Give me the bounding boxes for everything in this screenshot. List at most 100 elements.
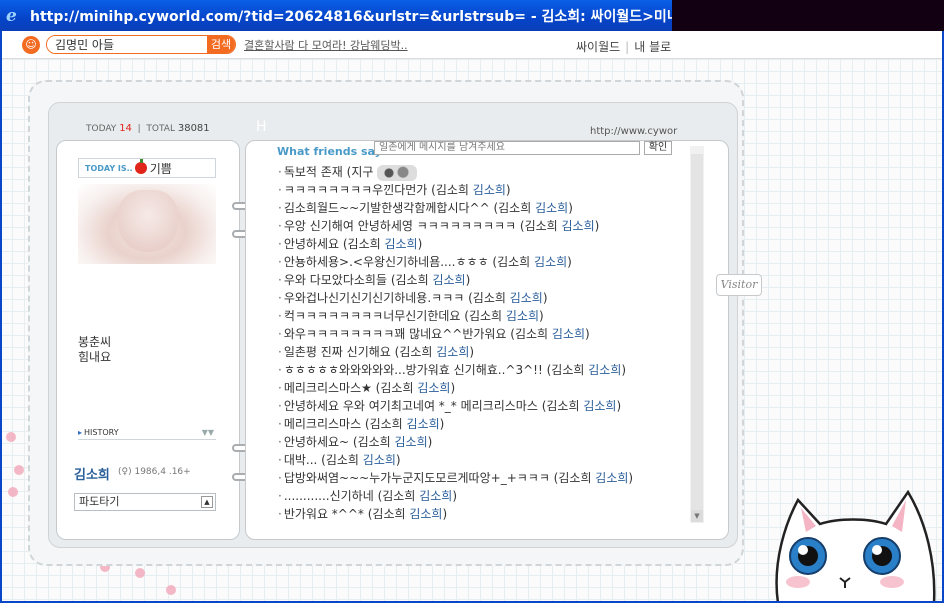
comment-author-link[interactable]: 김소희 xyxy=(409,507,442,521)
triangle-right-icon: ▸ xyxy=(78,428,83,437)
scrollbar[interactable]: ▼ xyxy=(690,146,704,523)
history-link[interactable]: ▸ HISTORY ▼▼ xyxy=(78,428,216,440)
list-item: · ㅎㅎㅎㅎㅎ와와와와와...방가워효 신기해효..^3^!! (김소희 김소희) xyxy=(278,361,688,379)
comment-author-link[interactable]: 김소희 xyxy=(588,363,621,377)
list-item: · 컥ㅋㅋㅋㅋㅋㅋㅋㅋ너무신기한데요 (김소희 김소희) xyxy=(278,307,688,325)
homepage-url[interactable]: http://www.cywor xyxy=(590,126,677,137)
bullet-icon: · xyxy=(278,183,282,197)
paw-print-icon xyxy=(166,585,176,595)
comment-author-link[interactable]: 김소희 xyxy=(384,237,417,251)
comment-author-link[interactable]: 김소희 xyxy=(583,399,616,413)
list-item: · ㅋㅋㅋㅋㅋㅋㅋㅋ우낀다먼가 (김소희 김소희) xyxy=(278,181,688,199)
h-mark: H xyxy=(256,119,267,135)
window-title: http://minihp.cyworld.com/?tid=20624816&… xyxy=(30,8,737,25)
list-item: · 와우ㅋㅋㅋㅋㅋㅋㅋㅋ꽤 많네요^^반가워요 (김소희 김소희) xyxy=(278,325,688,343)
comment-text: 독보적 존재 (지구 xyxy=(283,165,378,179)
comment-text: 안녕하세요 우와 여기최고네여 *_* 메리크리스마스 (김소희 xyxy=(283,399,584,413)
list-item: · 김소희월드~~기발한생각함께합시다^^ (김소희 김소희) xyxy=(278,199,688,217)
today-mood: TODAY IS.. 기쁨 xyxy=(78,158,216,178)
list-item: · 반가워요 *^^* (김소희 김소희) xyxy=(278,505,688,523)
select-value: 파도타기 xyxy=(79,495,120,508)
comment-close-paren: ) xyxy=(628,471,634,485)
list-item: · 안녕하세요 우와 여기최고네여 *_* 메리크리스마스 (김소희 김소희) xyxy=(278,397,688,415)
comment-author-link[interactable]: 김소희 xyxy=(506,309,539,323)
bullet-icon: · xyxy=(278,165,282,179)
comment-text: 안녕하세요 (김소희 xyxy=(283,237,385,251)
comment-text: 컥ㅋㅋㅋㅋㅋㅋㅋㅋ너무신기한데요 (김소희 xyxy=(283,309,506,323)
comment-close-paren: ) xyxy=(452,489,458,503)
comment-text: ㅎㅎㅎㅎㅎ와와와와와...방가워효 신기해효..^3^!! (김소희 xyxy=(283,363,589,377)
comment-author-link[interactable]: 김소희 xyxy=(395,435,428,449)
top-link-blog[interactable]: 내 블로 xyxy=(634,40,671,54)
list-item: · 메리크리스마스★ (김소희 김소희) xyxy=(278,379,688,397)
visit-counter: TODAY 14 | TOTAL 38081 xyxy=(86,123,210,134)
profile-intro: 봉춘씨 힘내요 xyxy=(78,335,112,364)
comment-author-link[interactable]: 김소희 xyxy=(562,219,595,233)
comment-close-paren: ) xyxy=(568,201,573,215)
comment-author-link[interactable]: 김소희 xyxy=(417,381,450,395)
search-input[interactable] xyxy=(47,36,207,53)
wave-surf-select[interactable]: 파도타기 ▲ xyxy=(74,493,216,511)
mood-text: 기쁨 xyxy=(149,161,172,176)
list-item: · 안뇽하세용>.<우왕신기하네욤....ㅎㅎㅎ (김소희 김소희) xyxy=(278,253,688,271)
total-count: 38081 xyxy=(177,123,210,134)
comment-author-link[interactable]: 김소희 xyxy=(363,453,396,467)
comment-author-link[interactable]: 김소희 xyxy=(432,273,465,287)
comment-close-paren: ) xyxy=(505,183,511,197)
comment-text: ㅋㅋㅋㅋㅋㅋㅋㅋ우낀다먼가 (김소희 xyxy=(283,183,473,197)
comment-author-link[interactable]: 김소희 xyxy=(407,417,440,431)
paw-print-icon xyxy=(6,432,16,442)
bullet-icon: · xyxy=(278,435,282,449)
comment-text: 안뇽하세용>.<우왕신기하네욤....ㅎㅎㅎ (김소희 xyxy=(283,255,535,269)
cat-illustration xyxy=(775,489,936,603)
comment-close-paren: ) xyxy=(542,291,548,305)
comment-author-link[interactable]: 김소희 xyxy=(535,201,568,215)
comment-author-link[interactable]: 김소희 xyxy=(473,183,506,197)
search-button[interactable]: 검색 xyxy=(207,36,235,53)
chevron-down-icon[interactable]: ▼▼ xyxy=(202,428,214,437)
comment-author-link[interactable]: 김소희 xyxy=(595,471,628,485)
bullet-icon: · xyxy=(278,291,282,305)
cyworld-logo-icon[interactable]: ☺ xyxy=(22,35,40,54)
message-input[interactable]: 일촌에게 메시지를 남겨주세요 xyxy=(374,141,640,155)
bullet-icon: · xyxy=(278,417,282,431)
comment-author-link[interactable]: 김소희 xyxy=(510,291,543,305)
comment-text: 메리크리스마스★ (김소희 xyxy=(283,381,418,395)
paw-print-icon xyxy=(8,487,18,497)
confirm-button[interactable]: 확인 xyxy=(644,141,672,155)
comment-text: 와우ㅋㅋㅋㅋㅋㅋㅋㅋ꽤 많네요^^반가워요 (김소희 xyxy=(283,327,552,341)
top-link-cyworld[interactable]: 싸이월드 xyxy=(576,40,620,54)
comment-text: 우와 다모았다소희들 (김소희 xyxy=(283,273,433,287)
comment-text: 메리크리스마스 (김소희 xyxy=(283,417,407,431)
bullet-icon: · xyxy=(278,381,282,395)
today-label: TODAY xyxy=(86,124,117,134)
bullet-icon: · xyxy=(278,255,282,269)
comment-author-link[interactable]: 김소희 xyxy=(436,345,469,359)
list-item: · 대박... (김소희 김소희) xyxy=(278,451,688,469)
comment-close-paren: ) xyxy=(469,345,475,359)
comment-close-paren: ) xyxy=(594,219,600,233)
list-item: · 독보적 존재 (지구 xyxy=(278,163,688,181)
bullet-icon: · xyxy=(278,327,282,341)
comment-close-paren: ) xyxy=(539,309,544,323)
bullet-icon: · xyxy=(278,345,282,359)
comment-author-link[interactable]: 김소희 xyxy=(552,327,585,341)
tab-visitor[interactable]: Visitor xyxy=(716,274,762,296)
comment-close-paren: ) xyxy=(585,327,590,341)
chevron-up-icon[interactable]: ▲ xyxy=(201,496,213,508)
bullet-icon: · xyxy=(278,471,282,485)
bullet-icon: · xyxy=(278,201,282,215)
comment-close-paren: ) xyxy=(439,417,445,431)
comment-text: 우와겁나신기신기신기하네용.ㅋㅋㅋ (김소희 xyxy=(283,291,510,305)
comment-author-link[interactable]: 김소희 xyxy=(419,489,452,503)
comment-author-link[interactable]: 김소희 xyxy=(534,255,567,269)
bullet-icon: · xyxy=(278,363,282,377)
scroll-down-icon[interactable]: ▼ xyxy=(691,510,703,522)
top-links: 싸이월드 | 내 블로 xyxy=(576,40,672,54)
profile-name[interactable]: 김소희 xyxy=(74,464,110,483)
bullet-icon: · xyxy=(278,489,282,503)
comment-close-paren: ) xyxy=(621,363,627,377)
list-item: · 일촌평 진짜 신기해요 (김소희 김소희) xyxy=(278,343,688,361)
ad-link[interactable]: 결혼할사람 다 모여라! 강남웨딩박.. xyxy=(244,37,408,53)
scrollbar-thumb[interactable] xyxy=(691,154,703,514)
